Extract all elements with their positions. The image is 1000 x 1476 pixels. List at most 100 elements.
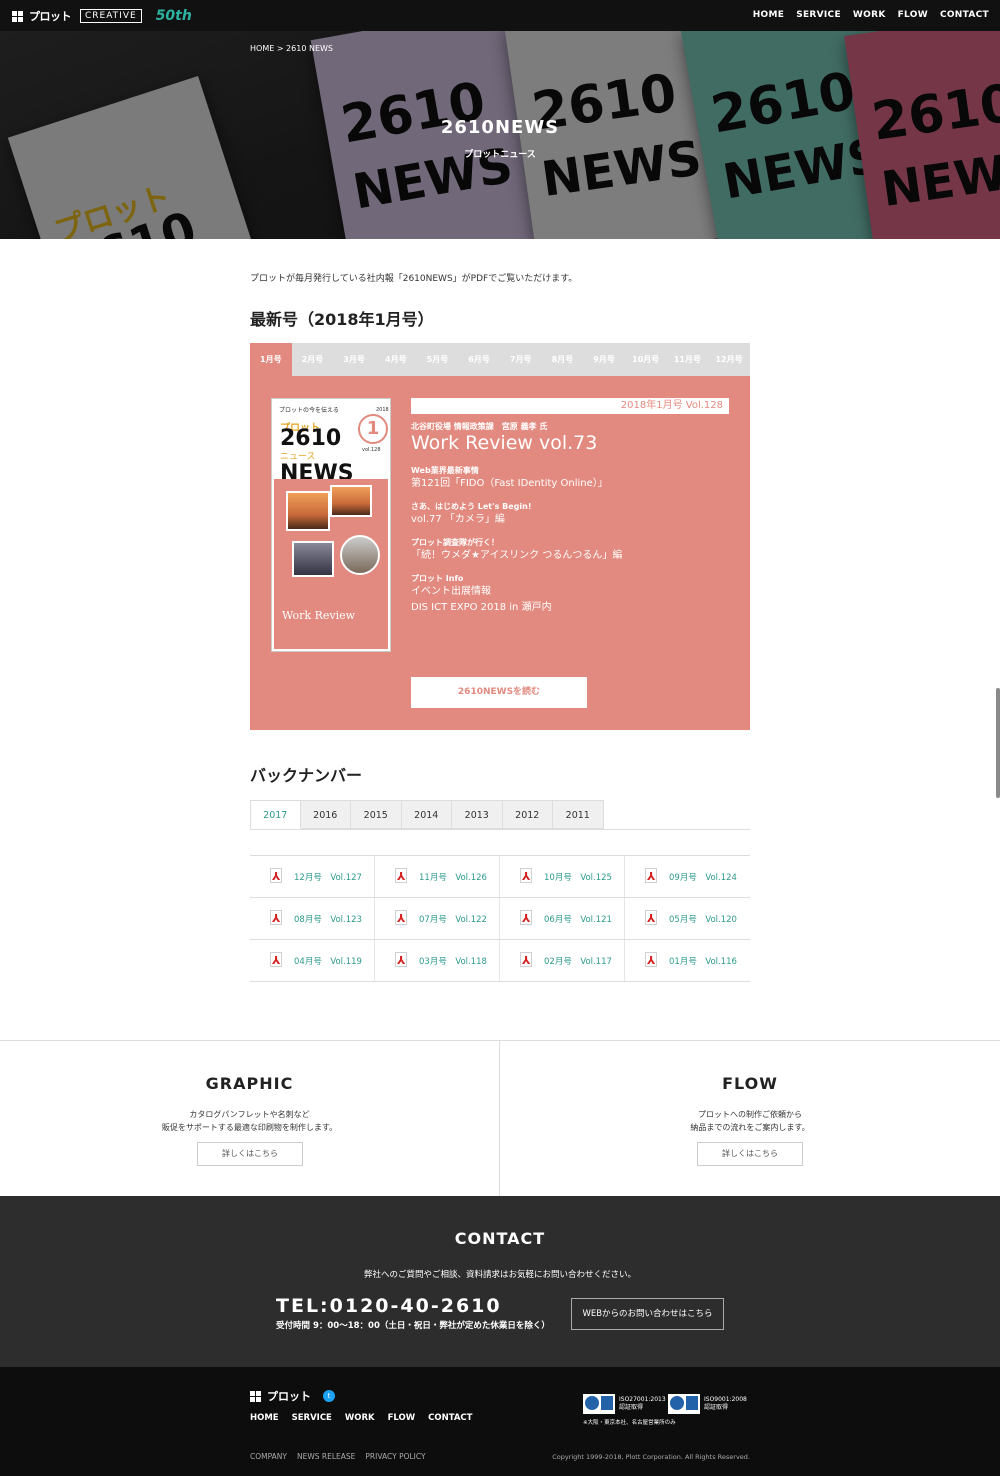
backnumber-link[interactable]: ⅄ 06月号 Vol.121 [500, 898, 625, 939]
footer-nav-service[interactable]: SERVICE [292, 1413, 332, 1423]
site-logo[interactable]: プロット CREATIVE 50th [12, 8, 192, 24]
footer-nav-home[interactable]: HOME [250, 1413, 279, 1423]
backnumber-link[interactable]: ⅄ 08月号 Vol.123 [250, 898, 375, 939]
cover-month-badge: 1 [358, 414, 388, 444]
cover-photo [292, 541, 334, 577]
tab-month-4[interactable]: 4月号 [375, 343, 417, 376]
tab-month-11[interactable]: 11月号 [667, 343, 709, 376]
footer-news-release-link[interactable]: NEWS RELEASE [297, 1452, 355, 1461]
page-subtitle: プロットニュース [464, 150, 536, 160]
global-nav: HOME SERVICE WORK FLOW CONTACT [753, 10, 989, 20]
anniversary-logo: 50th [155, 8, 192, 24]
article-title: イベント出展情報 [411, 586, 491, 597]
latest-heading: 最新号（2018年1月号） [250, 310, 434, 329]
copyright: Copyright 1999-2018, Plott Corporation. … [552, 1453, 750, 1461]
contact-tel[interactable]: TEL:0120-40-2610 [276, 1295, 502, 1317]
iso9001-badge: ISO9001:2008 認証取得 [668, 1394, 747, 1414]
tab-divider [250, 829, 750, 830]
contact-title: CONTACT [454, 1229, 546, 1248]
iso9001-line1: ISO9001:2008 [704, 1396, 747, 1403]
tab-month-10[interactable]: 10月号 [625, 343, 667, 376]
site-footer: プロット t HOME SERVICE WORK FLOW CONTACT CO… [0, 1367, 1000, 1476]
footer-logo[interactable]: プロット t [250, 1388, 335, 1404]
article-label: プロット調査隊が行く！ [411, 538, 499, 547]
logo-mark-icon [12, 10, 23, 22]
cover-photo [330, 485, 372, 517]
backnumber-label: 08月号 Vol.123 [294, 914, 362, 925]
iso-note: ※大阪・東京本社、名古屋営業所のみ [583, 1420, 676, 1426]
hero-banner: プロット 2610 2610 NEWS 2610 NEWS 2610 NEWS … [0, 31, 1000, 239]
iso9001-line2: 認証取得 [704, 1404, 729, 1411]
tab-year-2016[interactable]: 2016 [300, 800, 351, 829]
nav-contact[interactable]: CONTACT [940, 10, 989, 20]
twitter-icon[interactable]: t [323, 1390, 335, 1402]
tab-year-2012[interactable]: 2012 [502, 800, 553, 829]
article-label: さあ、はじめよう Let's Begin! [411, 502, 532, 511]
footer-privacy-link[interactable]: PRIVACY POLICY [365, 1452, 425, 1461]
tab-year-2013[interactable]: 2013 [452, 800, 503, 829]
graphic-text: カタログパンフレットや名刺など 販促をサポートする最適な印刷物を制作します。 [0, 1108, 499, 1134]
pdf-icon: ⅄ [645, 952, 657, 967]
tab-month-8[interactable]: 8月号 [542, 343, 584, 376]
backnumber-link[interactable]: ⅄ 11月号 Vol.126 [375, 856, 500, 897]
backnumber-link[interactable]: ⅄ 09月号 Vol.124 [625, 856, 750, 897]
backnumber-link[interactable]: ⅄ 07月号 Vol.122 [375, 898, 500, 939]
backnumber-link[interactable]: ⅄ 04月号 Vol.119 [250, 940, 375, 981]
logo-mark-icon [250, 1390, 261, 1402]
read-2610news-button[interactable]: 2610NEWSを読む [411, 677, 587, 708]
cover-work-review: Work Review [282, 609, 356, 622]
article-title: DIS ICT EXPO 2018 in 瀬戸内 [411, 602, 552, 613]
tab-month-3[interactable]: 3月号 [333, 343, 375, 376]
footer-nav-flow[interactable]: FLOW [388, 1413, 416, 1423]
breadcrumb[interactable]: HOME > 2610 NEWS [250, 44, 333, 53]
footer-nav-contact[interactable]: CONTACT [428, 1413, 472, 1423]
scrollbar-thumb[interactable] [996, 688, 1000, 798]
backnumber-link[interactable]: ⅄ 10月号 Vol.125 [500, 856, 625, 897]
cover-year: 2018 [376, 407, 389, 413]
tab-year-2017[interactable]: 2017 [250, 800, 301, 829]
contact-hours: 受付時間 9：00〜18：00（土日・祝日・弊社が定めた休業日を除く） [276, 1321, 550, 1331]
tab-month-5[interactable]: 5月号 [417, 343, 459, 376]
flow-details-button[interactable]: 詳しくはこちら [697, 1142, 803, 1166]
nav-service[interactable]: SERVICE [796, 10, 841, 20]
nav-work[interactable]: WORK [853, 10, 886, 20]
tab-year-2011[interactable]: 2011 [553, 800, 604, 829]
backnumber-link[interactable]: ⅄ 02月号 Vol.117 [500, 940, 625, 981]
backnumber-link[interactable]: ⅄ 12月号 Vol.127 [250, 856, 375, 897]
graphic-details-button[interactable]: 詳しくはこちら [197, 1142, 303, 1166]
tab-year-2015[interactable]: 2015 [351, 800, 402, 829]
issue-info: 2018年1月号 Vol.128 北谷町役場 情報政策課 宮原 義孝 氏 Wor… [411, 398, 729, 616]
pdf-icon: ⅄ [395, 910, 407, 925]
tab-month-1[interactable]: 1月号 [250, 343, 292, 376]
tab-month-12[interactable]: 12月号 [708, 343, 750, 376]
article-title: vol.77 「カメラ」編 [411, 514, 505, 525]
intro-text: プロットが毎月発行している社内報「2610NEWS」がPDFでご覧いただけます。 [250, 274, 578, 284]
pdf-icon: ⅄ [270, 910, 282, 925]
cover-photo [286, 491, 330, 531]
pdf-icon: ⅄ [645, 868, 657, 883]
table-row: ⅄ 12月号 Vol.127 ⅄ 11月号 Vol.126 ⅄ 10月号 Vol.12… [250, 856, 750, 898]
cover-tagline: プロットの今を伝える [279, 407, 339, 414]
footer-company-link[interactable]: COMPANY [250, 1452, 287, 1461]
tab-month-7[interactable]: 7月号 [500, 343, 542, 376]
backnumber-link[interactable]: ⅄ 05月号 Vol.120 [625, 898, 750, 939]
footer-nav-work[interactable]: WORK [345, 1413, 375, 1423]
nav-flow[interactable]: FLOW [898, 10, 928, 20]
tab-month-2[interactable]: 2月号 [292, 343, 334, 376]
backnumber-label: 01月号 Vol.116 [669, 956, 737, 967]
tab-month-6[interactable]: 6月号 [458, 343, 500, 376]
web-inquiry-button[interactable]: WEBからのお問い合わせはこちら [571, 1298, 724, 1330]
footer-brand: プロット [267, 1390, 311, 1403]
backnumber-link[interactable]: ⅄ 01月号 Vol.116 [625, 940, 750, 981]
backnumber-link[interactable]: ⅄ 03月号 Vol.118 [375, 940, 500, 981]
latest-issue-panel: プロットの今を伝える 2018 プロット 2610 ニュース NEWS 1 vo… [250, 376, 750, 730]
tab-month-9[interactable]: 9月号 [583, 343, 625, 376]
flow-text: プロットへの制作ご依頼から 納品までの流れをご案内します。 [500, 1108, 1000, 1134]
nav-home[interactable]: HOME [753, 10, 785, 20]
table-row: ⅄ 08月号 Vol.123 ⅄ 07月号 Vol.122 ⅄ 06月号 Vol.12… [250, 898, 750, 940]
backnumber-grid: ⅄ 12月号 Vol.127 ⅄ 11月号 Vol.126 ⅄ 10月号 Vol.12… [250, 855, 750, 982]
issue-cover-image[interactable]: プロットの今を伝える 2018 プロット 2610 ニュース NEWS 1 vo… [271, 398, 391, 652]
tab-year-2014[interactable]: 2014 [401, 800, 452, 829]
graphic-text-line: 販促をサポートする最適な印刷物を制作します。 [161, 1123, 338, 1132]
cover-photo [340, 535, 380, 575]
